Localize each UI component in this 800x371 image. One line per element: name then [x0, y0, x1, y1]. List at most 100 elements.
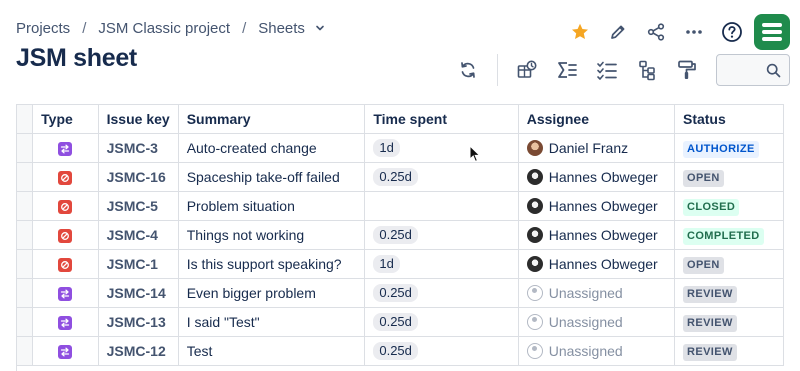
assignee-cell[interactable]: Hannes Obweger: [518, 191, 675, 221]
type-cell[interactable]: [32, 191, 99, 221]
summary-cell[interactable]: Is this support speaking?: [178, 249, 366, 279]
status-cell[interactable]: REVIEW: [674, 336, 784, 366]
status-cell[interactable]: CLOSED: [674, 191, 784, 221]
issue-key-cell[interactable]: JSMC-12: [98, 336, 179, 366]
column-header-issue-key[interactable]: Issue key: [98, 104, 179, 134]
summary-cell[interactable]: Problem situation: [178, 191, 366, 221]
type-cell[interactable]: [32, 307, 99, 337]
more-button[interactable]: [678, 16, 710, 48]
time-spent-cell[interactable]: 1d: [364, 133, 519, 163]
breadcrumb-project[interactable]: JSM Classic project: [98, 20, 230, 37]
time-spent-cell[interactable]: 0.25d: [364, 336, 519, 366]
time-spent-cell[interactable]: 0.25d: [364, 307, 519, 337]
type-cell[interactable]: [32, 336, 99, 366]
row-index-cell[interactable]: [17, 249, 34, 279]
type-cell[interactable]: [32, 278, 99, 308]
summary-cell[interactable]: Spaceship take-off failed: [178, 162, 366, 192]
time-spent-cell[interactable]: 0.25d: [364, 162, 519, 192]
issue-key-cell[interactable]: JSMC-14: [98, 278, 179, 308]
table-row[interactable]: JSMC-13 I said "Test" 0.25d Unassigned REVIE…: [17, 307, 784, 337]
status-cell[interactable]: REVIEW: [674, 307, 784, 337]
avatar: [526, 140, 543, 156]
assignee-cell[interactable]: Hannes Obweger: [518, 249, 675, 279]
status-badge: AUTHORIZE: [682, 140, 759, 158]
column-header-summary[interactable]: Summary: [178, 104, 366, 134]
column-header-assignee[interactable]: Assignee: [518, 104, 675, 134]
assignee-cell[interactable]: Unassigned: [518, 336, 675, 366]
status-cell[interactable]: AUTHORIZE: [674, 133, 784, 163]
assignee-cell[interactable]: Unassigned: [518, 278, 675, 308]
time-spent-pill: 0.25d: [373, 168, 418, 186]
avatar: [526, 256, 543, 272]
help-button[interactable]: [716, 16, 748, 48]
breadcrumb-projects[interactable]: Projects: [16, 20, 70, 37]
summary-cell[interactable]: Things not working: [178, 220, 366, 250]
status-cell[interactable]: REVIEW: [674, 278, 784, 308]
table-row[interactable]: JSMC-4 Things not working 0.25d Hannes Obwe…: [17, 220, 784, 250]
row-index-cell[interactable]: [17, 278, 34, 308]
breadcrumb-sheets[interactable]: Sheets: [258, 20, 325, 37]
issue-key-cell[interactable]: JSMC-4: [98, 220, 179, 250]
status-cell[interactable]: OPEN: [674, 249, 784, 279]
column-header-status[interactable]: Status: [674, 104, 784, 134]
avatar: [526, 343, 543, 359]
issue-key-cell[interactable]: JSMC-13: [98, 307, 179, 337]
status-badge: COMPLETED: [682, 227, 764, 245]
summary-cell[interactable]: I said "Test": [178, 307, 366, 337]
row-index-cell[interactable]: [17, 162, 34, 192]
table-row[interactable]: JSMC-16 Spaceship take-off failed 0.25d Han…: [17, 162, 784, 192]
refresh-button[interactable]: [451, 53, 485, 87]
checklist-button[interactable]: [590, 53, 624, 87]
summary-cell[interactable]: Auto-created change: [178, 133, 366, 163]
change-type-icon: [58, 316, 73, 331]
issue-key-cell[interactable]: JSMC-5: [98, 191, 179, 221]
time-spent-cell[interactable]: 0.25d: [364, 220, 519, 250]
table-row[interactable]: JSMC-14 Even bigger problem 0.25d Unassigne…: [17, 278, 784, 308]
assignee-cell[interactable]: Hannes Obweger: [518, 162, 675, 192]
type-cell[interactable]: [32, 249, 99, 279]
time-spent-cell[interactable]: 0.25d: [364, 278, 519, 308]
row-index-cell[interactable]: [17, 220, 34, 250]
issue-key-cell[interactable]: JSMC-3: [98, 133, 179, 163]
star-button[interactable]: [564, 16, 596, 48]
issue-key-cell[interactable]: JSMC-1: [98, 249, 179, 279]
row-index-cell[interactable]: [17, 191, 34, 221]
assignee-cell[interactable]: Hannes Obweger: [518, 220, 675, 250]
table-row[interactable]: JSMC-5 Problem situation Hannes Obweger CLO…: [17, 191, 784, 221]
sum-button[interactable]: [550, 53, 584, 87]
status-badge: OPEN: [682, 256, 724, 274]
column-header-type[interactable]: Type: [32, 104, 99, 134]
issue-key-cell[interactable]: JSMC-16: [98, 162, 179, 192]
type-cell[interactable]: [32, 220, 99, 250]
table-row[interactable]: JSMC-1 Is this support speaking? 1d Hannes …: [17, 249, 784, 279]
time-spent-cell[interactable]: [364, 191, 519, 221]
summary-cell[interactable]: Even bigger problem: [178, 278, 366, 308]
edit-button[interactable]: [602, 16, 634, 48]
search-icon: [766, 63, 781, 78]
status-cell[interactable]: OPEN: [674, 162, 784, 192]
table-row[interactable]: JSMC-3 Auto-created change 1d Daniel Franz A…: [17, 133, 784, 163]
row-index-cell[interactable]: [17, 336, 34, 366]
column-header-time-spent[interactable]: Time spent: [364, 104, 519, 134]
app-logo[interactable]: [754, 14, 790, 50]
status-cell[interactable]: COMPLETED: [674, 220, 784, 250]
breadcrumb-sheets-label: Sheets: [258, 20, 305, 37]
incident-type-icon: [58, 229, 73, 244]
row-index-cell[interactable]: [17, 307, 34, 337]
checklist-icon: [597, 61, 617, 80]
share-button[interactable]: [640, 16, 672, 48]
assignee-cell[interactable]: Daniel Franz: [518, 133, 675, 163]
type-cell[interactable]: [32, 162, 99, 192]
pencil-icon: [611, 25, 625, 39]
table-row[interactable]: JSMC-12 Test 0.25d Unassigned REVIEW: [17, 336, 784, 366]
export-button[interactable]: [510, 53, 544, 87]
summary-cell[interactable]: Test: [178, 336, 366, 366]
search-field[interactable]: [716, 54, 790, 86]
hierarchy-button[interactable]: [630, 53, 664, 87]
assignee-cell[interactable]: Unassigned: [518, 307, 675, 337]
type-cell[interactable]: [32, 133, 99, 163]
format-button[interactable]: [670, 53, 704, 87]
row-index-cell[interactable]: [17, 133, 34, 163]
assignee-name: Unassigned: [548, 343, 623, 359]
time-spent-cell[interactable]: 1d: [364, 249, 519, 279]
